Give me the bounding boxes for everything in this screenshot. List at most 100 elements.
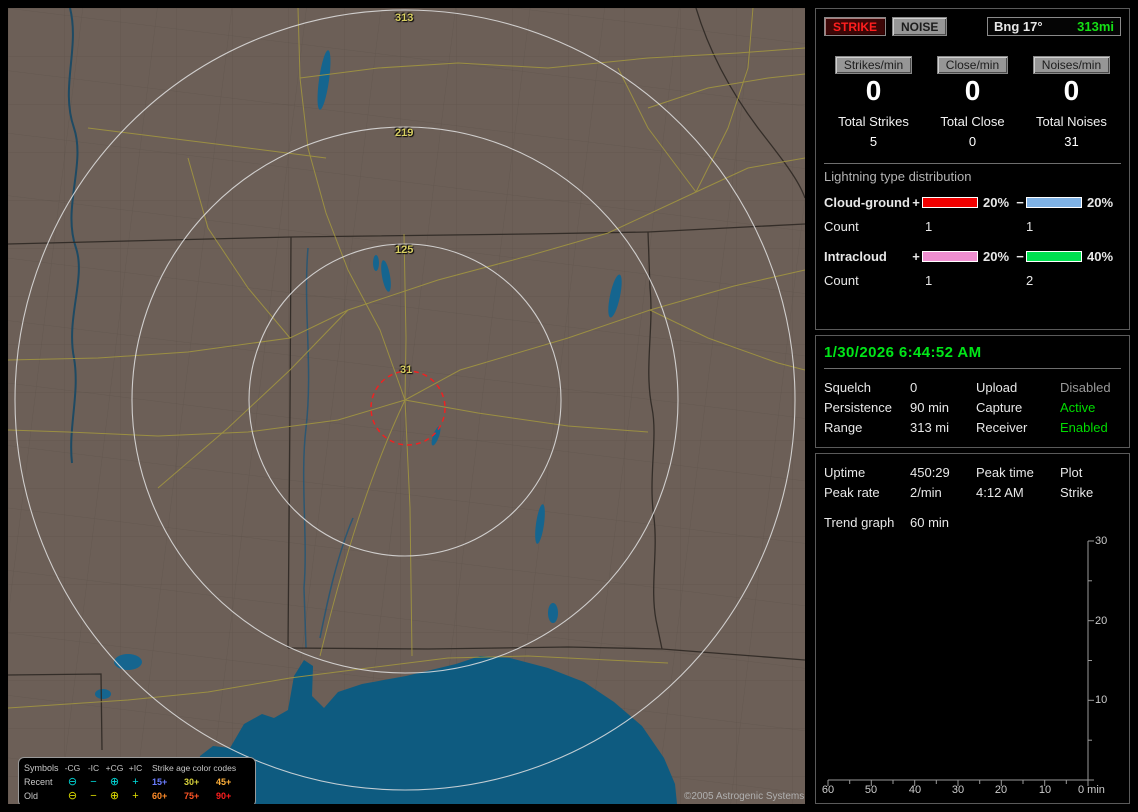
receiver-status-panel: 1/30/2026 6:44:52 AM Squelch 0 Upload Di… [815, 335, 1130, 448]
neg-cg-old-icon: ⊖ [67, 789, 78, 802]
upload-label: Upload [976, 379, 1018, 395]
count-label: Count [824, 273, 859, 288]
plus-sign: + [912, 195, 920, 210]
current-datetime: 1/30/2026 6:44:52 AM [824, 344, 982, 361]
trend-graph-row: Trend graph 60 min [824, 512, 1121, 532]
rates-row: Strikes/min 0 Total Strikes 5 Close/min … [824, 56, 1121, 149]
trend-graph [827, 540, 1094, 786]
range-label: Range [824, 419, 863, 435]
cloud-ground-row: Cloud-ground + 20% − 20% [824, 195, 1121, 210]
distribution-title: Lightning type distribution [824, 169, 972, 184]
total-strikes-label: Total Strikes [838, 114, 909, 129]
lightning-map[interactable]: 313 219 125 31 Symbols -CG -IC +CG +IC S… [8, 8, 805, 804]
trend-header-row-1: Uptime 450:29 Peak time Plot [824, 462, 1121, 482]
x-tick-40: 40 [908, 784, 922, 796]
bearing-value: Bng 17° [994, 19, 1043, 34]
noises-rate-column: Noises/min 0 Total Noises 31 [1022, 56, 1121, 149]
x-tick-0-min: 0 min [1078, 784, 1105, 796]
trend-graph-window: 60 min [910, 514, 950, 530]
range-value: 313 mi [910, 419, 950, 435]
legend-symbols-header: Symbols [24, 763, 59, 773]
close-per-min-button[interactable]: Close/min [936, 56, 1009, 74]
status-row-range: Range 313 mi Receiver Enabled [824, 417, 1121, 437]
plot-label: Plot [1060, 464, 1083, 480]
legend-col-neg-ic: -IC [87, 763, 100, 773]
intracloud-count-row: Count 1 2 [824, 273, 1121, 288]
stormvue-app: 313 219 125 31 Symbols -CG -IC +CG +IC S… [0, 0, 1138, 812]
ring-label-31: 31 [400, 364, 413, 376]
x-tick-60: 60 [821, 784, 835, 796]
intracloud-neg-bar [1026, 251, 1082, 262]
legend-recent-label: Recent [24, 777, 53, 787]
pos-cg-recent-icon: ⊕ [109, 775, 120, 788]
y-tick-20: 20 [1095, 615, 1108, 627]
strikes-per-min-value: 0 [865, 75, 882, 106]
cloud-ground-pos-count: 1 [925, 219, 933, 234]
legend-col-neg-cg: -CG [64, 763, 81, 773]
y-tick-30: 30 [1095, 535, 1108, 547]
strikes-per-min-button[interactable]: Strikes/min [834, 56, 913, 74]
minus-sign: − [1016, 195, 1024, 210]
receiver-label: Receiver [976, 419, 1028, 435]
ring-label-125: 125 [395, 244, 414, 256]
x-tick-20: 20 [994, 784, 1008, 796]
intracloud-pos-count: 1 [925, 273, 933, 288]
x-tick-50: 50 [864, 784, 878, 796]
legend-col-pos-cg: +CG [105, 763, 124, 773]
age-code-90: 90+ [216, 791, 232, 801]
peak-rate-label: Peak rate [824, 484, 880, 500]
peak-rate-value: 2/min [910, 484, 942, 500]
noise-mode-button[interactable]: NOISE [892, 17, 948, 36]
trend-header-row-2: Peak rate 2/min 4:12 AM Strike [824, 482, 1121, 502]
y-tick-10: 10 [1095, 694, 1108, 706]
total-close-label: Total Close [940, 114, 1005, 129]
strike-stats-panel: STRIKE NOISE Bng 17° 313mi Strikes/min 0… [815, 8, 1130, 330]
status-row-persistence: Persistence 90 min Capture Active [824, 397, 1121, 417]
upload-status: Disabled [1060, 379, 1111, 395]
cloud-ground-neg-count: 1 [1026, 219, 1034, 234]
age-code-30: 30+ [184, 777, 200, 787]
legend-recent-row: Recent ⊖ − ⊕ + 15+ 30+ 45+ [24, 775, 250, 789]
legend-col-pos-ic: +IC [128, 763, 143, 773]
copyright-text: ©2005 Astrogenic Systems [684, 791, 805, 802]
squelch-value: 0 [910, 379, 918, 395]
trend-panel: Uptime 450:29 Peak time Plot Peak rate 2… [815, 453, 1130, 804]
intracloud-label: Intracloud [824, 249, 887, 264]
x-tick-10: 10 [1038, 784, 1052, 796]
age-code-75: 75+ [184, 791, 200, 801]
pos-cg-old-icon: ⊕ [109, 789, 120, 802]
uptime-label: Uptime [824, 464, 866, 480]
cloud-ground-neg-bar [1026, 197, 1082, 208]
neg-ic-old-icon: − [90, 789, 97, 802]
intracloud-pos-bar [922, 251, 978, 262]
bearing-range-display: Bng 17° 313mi [987, 17, 1121, 36]
minus-sign: − [1016, 249, 1024, 264]
divider [824, 368, 1121, 369]
bearing-range-value: 313mi [1077, 19, 1114, 34]
age-code-15: 15+ [152, 777, 168, 787]
count-label: Count [824, 219, 859, 234]
total-strikes-value: 5 [869, 134, 878, 149]
receiver-status: Enabled [1060, 419, 1108, 435]
neg-cg-recent-icon: ⊖ [67, 775, 78, 788]
strike-mode-button[interactable]: STRIKE [824, 17, 887, 36]
x-tick-30: 30 [951, 784, 965, 796]
neg-ic-recent-icon: − [90, 775, 97, 788]
persistence-value: 90 min [910, 399, 950, 415]
total-noises-value: 31 [1064, 134, 1079, 149]
cloud-ground-label: Cloud-ground [824, 195, 910, 210]
cloud-ground-count-row: Count 1 1 [824, 219, 1121, 234]
total-noises-label: Total Noises [1036, 114, 1107, 129]
legend-old-row: Old ⊖ − ⊕ + 60+ 75+ 90+ [24, 789, 250, 803]
noises-per-min-button[interactable]: Noises/min [1032, 56, 1111, 74]
uptime-value: 450:29 [910, 464, 950, 480]
divider [824, 163, 1121, 164]
age-code-45: 45+ [216, 777, 232, 787]
persistence-label: Persistence [824, 399, 892, 415]
age-code-60: 60+ [152, 791, 168, 801]
strikes-rate-column: Strikes/min 0 Total Strikes 5 [824, 56, 923, 149]
pos-ic-recent-icon: + [132, 775, 139, 788]
close-per-min-value: 0 [964, 75, 981, 106]
total-close-value: 0 [968, 134, 977, 149]
capture-status: Active [1060, 399, 1096, 415]
